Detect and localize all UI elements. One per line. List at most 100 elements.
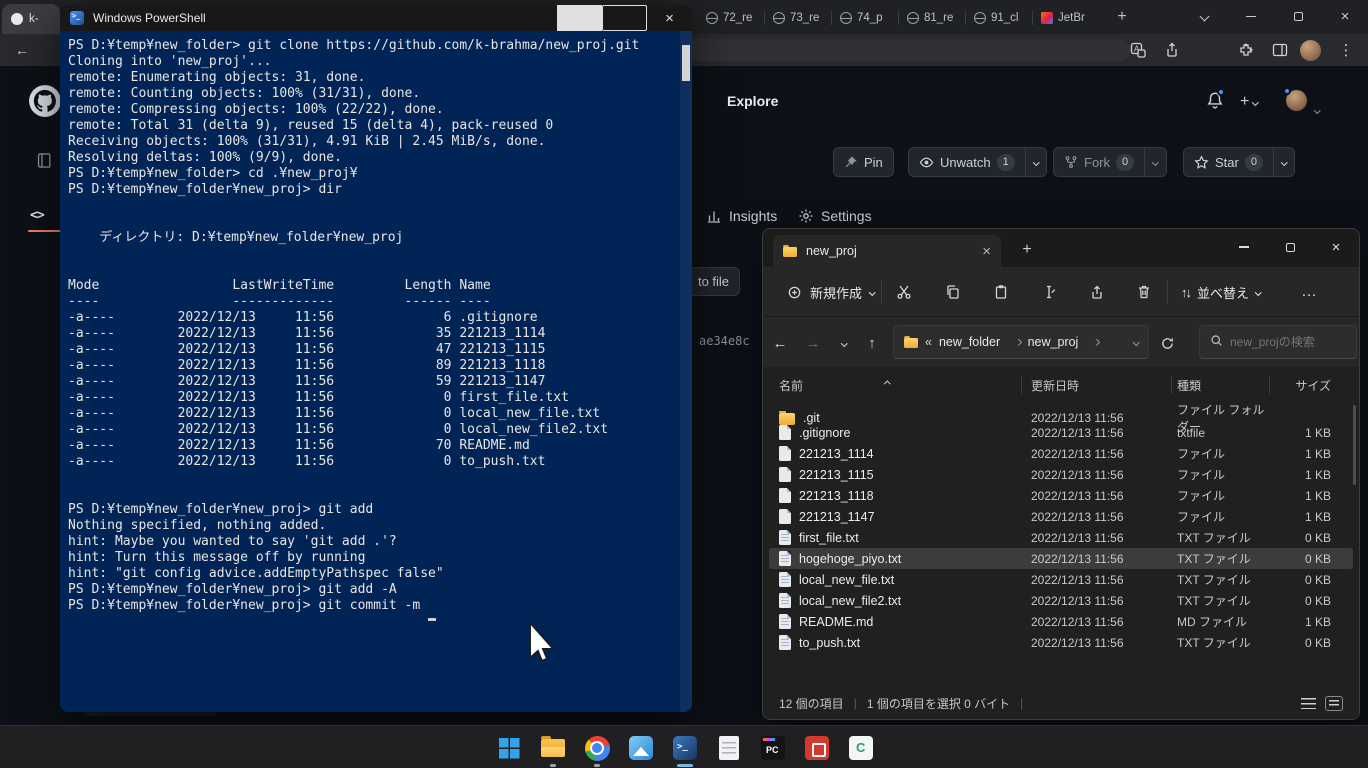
new-tab-button[interactable] <box>1112 7 1132 27</box>
github-logo[interactable] <box>28 84 62 118</box>
commit-hash[interactable]: ae34e8c <box>699 334 750 348</box>
file-row[interactable]: 221213_1147 2022/12/13 11:56 ファイル 1 KB <box>769 506 1353 527</box>
taskbar-app[interactable] <box>753 728 793 768</box>
column-divider[interactable] <box>1171 376 1172 394</box>
browser-close-button[interactable] <box>1324 0 1366 33</box>
breadcrumb-overflow[interactable] <box>925 335 932 349</box>
forward-button[interactable] <box>800 330 826 356</box>
taskbar-app[interactable] <box>797 728 837 768</box>
column-divider[interactable] <box>1021 376 1022 394</box>
fork-button[interactable]: Fork 0 <box>1053 147 1167 177</box>
ps-minimize-button[interactable] <box>557 5 602 31</box>
star-button[interactable]: Star 0 <box>1183 147 1295 177</box>
taskbar-app[interactable] <box>577 728 617 768</box>
ps-maximize-button[interactable] <box>602 5 647 31</box>
explorer-close-button[interactable] <box>1313 229 1359 265</box>
column-header-type[interactable]: 種類 <box>1177 377 1273 394</box>
scrollbar[interactable] <box>1353 405 1356 485</box>
browser-tab[interactable]: 81_re <box>898 4 965 32</box>
history-dropdown[interactable] <box>831 330 857 356</box>
refresh-button[interactable] <box>1154 330 1180 356</box>
tab-insights[interactable]: Insights <box>706 208 777 224</box>
tab-close-icon[interactable] <box>982 243 991 260</box>
unwatch-dropdown[interactable] <box>1025 148 1047 176</box>
sort-button[interactable]: 並べ替え <box>1173 276 1269 308</box>
side-panel-icon[interactable] <box>1266 34 1294 66</box>
browser-minimize-button[interactable] <box>1230 0 1272 33</box>
console[interactable]: PS D:¥temp¥new_folder> git clone https:/… <box>60 31 692 712</box>
browser-back-button[interactable] <box>8 34 36 66</box>
tab-code[interactable] <box>30 206 44 224</box>
file-row[interactable]: local_new_file2.txt 2022/12/13 11:56 TXT… <box>769 590 1353 611</box>
file-row[interactable]: .git 2022/12/13 11:56 ファイル フォルダー <box>769 401 1353 422</box>
column-header-modified[interactable]: 更新日時 <box>1031 377 1177 394</box>
file-row[interactable]: 221213_1115 2022/12/13 11:56 ファイル 1 KB <box>769 464 1353 485</box>
powershell-title-bar[interactable]: Windows PowerShell <box>60 5 692 31</box>
breadcrumb-item[interactable]: new_folder <box>939 335 1000 349</box>
file-row[interactable]: 221213_1118 2022/12/13 11:56 ファイル 1 KB <box>769 485 1353 506</box>
copy-button[interactable] <box>935 276 971 308</box>
file-row[interactable]: to_push.txt 2022/12/13 11:56 TXT ファイル 0 … <box>769 632 1353 653</box>
file-row[interactable]: first_file.txt 2022/12/13 11:56 TXT ファイル… <box>769 527 1353 548</box>
nav-explore[interactable]: Explore <box>727 93 778 109</box>
explorer-new-tab-button[interactable] <box>1015 238 1039 262</box>
new-item-button[interactable]: 新規作成 <box>777 276 885 308</box>
taskbar-app[interactable] <box>709 728 749 768</box>
cut-button[interactable] <box>886 276 922 308</box>
console-scrollbar[interactable] <box>680 31 692 712</box>
extensions-puzzle-icon[interactable] <box>1232 34 1260 66</box>
browser-maximize-button[interactable] <box>1277 0 1319 33</box>
paste-button[interactable] <box>983 276 1019 308</box>
pin-button[interactable]: Pin <box>833 147 894 177</box>
fork-dropdown[interactable] <box>1144 148 1166 176</box>
unwatch-button[interactable]: Unwatch 1 <box>908 147 1047 177</box>
scrollbar-thumb[interactable] <box>682 45 690 81</box>
explorer-maximize-button[interactable] <box>1267 229 1313 265</box>
search-box[interactable] <box>1199 325 1357 359</box>
rename-button[interactable] <box>1031 276 1067 308</box>
go-to-file-button[interactable]: to file <box>687 267 740 296</box>
file-row[interactable]: README.md 2022/12/13 11:56 MD ファイル 1 KB <box>769 611 1353 632</box>
taskbar-app[interactable] <box>489 728 529 768</box>
taskbar-app[interactable] <box>665 728 705 768</box>
up-button[interactable] <box>859 330 885 356</box>
star-dropdown[interactable] <box>1273 148 1295 176</box>
file-row[interactable]: .gitignore 2022/12/13 11:56 txtfile 1 KB <box>769 422 1353 443</box>
ps-close-button[interactable] <box>647 5 692 31</box>
share-button[interactable] <box>1079 276 1115 308</box>
create-new-button[interactable] <box>1240 93 1258 111</box>
notifications-bell-icon[interactable] <box>1206 91 1224 114</box>
browser-profile-avatar[interactable] <box>1296 34 1324 66</box>
file-row[interactable]: hogehoge_piyo.txt 2022/12/13 11:56 TXT フ… <box>769 548 1353 569</box>
share-icon[interactable] <box>1158 34 1186 66</box>
taskbar-app[interactable] <box>533 728 573 768</box>
user-avatar[interactable] <box>1286 90 1307 111</box>
column-header-name[interactable]: 名前 <box>779 377 1031 394</box>
tab-settings[interactable]: Settings <box>798 208 872 224</box>
browser-tab[interactable]: JetBr <box>1032 4 1099 32</box>
browser-tab[interactable]: 73_re <box>764 4 831 32</box>
translate-icon[interactable]: A <box>1124 34 1152 66</box>
details-view-icon[interactable] <box>1301 698 1316 709</box>
browser-tab[interactable]: 91_cl <box>965 4 1032 32</box>
column-divider[interactable] <box>1269 376 1270 394</box>
taskbar-app[interactable] <box>621 728 661 768</box>
large-icons-view-icon[interactable] <box>1325 696 1343 711</box>
address-dropdown-icon[interactable] <box>1133 339 1139 345</box>
breadcrumb-item[interactable]: new_proj <box>1028 335 1079 349</box>
see-more-button[interactable] <box>1291 276 1327 308</box>
search-input[interactable] <box>1230 335 1340 349</box>
back-button[interactable] <box>767 330 793 356</box>
taskbar-app[interactable] <box>841 728 881 768</box>
address-bar[interactable]: new_folder new_proj <box>893 325 1149 359</box>
browser-tab[interactable]: 72_re <box>697 4 764 32</box>
column-header-size[interactable]: サイズ <box>1273 377 1331 394</box>
delete-button[interactable] <box>1126 276 1162 308</box>
file-row[interactable]: local_new_file.txt 2022/12/13 11:56 TXT … <box>769 569 1353 590</box>
explorer-tab[interactable]: new_proj <box>773 235 1001 267</box>
file-row[interactable]: 221213_1114 2022/12/13 11:56 ファイル 1 KB <box>769 443 1353 464</box>
browser-tab[interactable]: 74_p <box>831 4 898 32</box>
explorer-minimize-button[interactable] <box>1221 229 1267 265</box>
tab-search-button[interactable] <box>1183 0 1225 33</box>
browser-tab-active-partial[interactable]: k- <box>2 4 60 34</box>
